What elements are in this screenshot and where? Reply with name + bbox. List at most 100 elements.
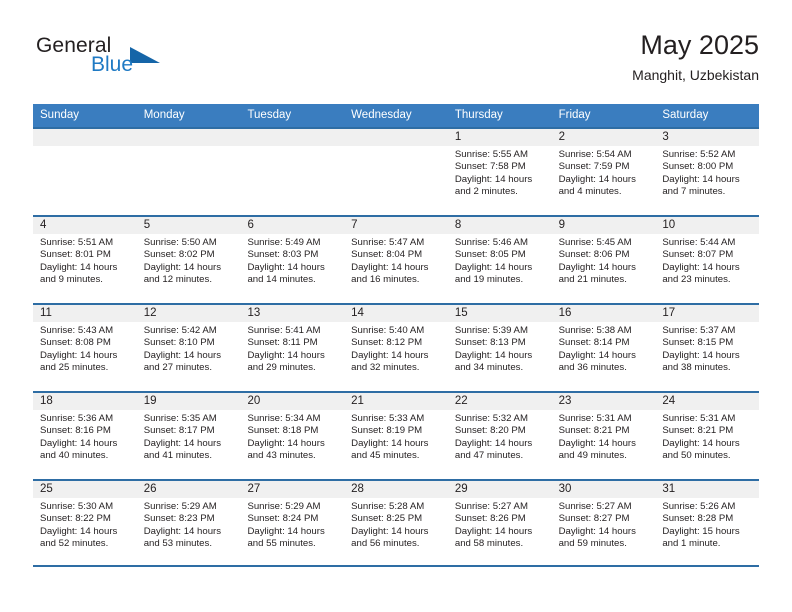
day-details: Sunrise: 5:41 AM Sunset: 8:11 PM Dayligh… xyxy=(240,322,344,374)
daylight-text-cont: and 4 minutes. xyxy=(558,185,622,197)
day-cell[interactable]: 30 Sunrise: 5:27 AM Sunset: 8:27 PM Dayl… xyxy=(551,481,656,565)
day-details: Sunrise: 5:55 AM Sunset: 7:58 PM Dayligh… xyxy=(448,146,552,198)
daylight-text: Daylight: 14 hours xyxy=(454,261,533,273)
day-cell[interactable]: 4 Sunrise: 5:51 AM Sunset: 8:01 PM Dayli… xyxy=(33,217,137,303)
day-cell[interactable]: 21 Sunrise: 5:33 AM Sunset: 8:19 PM Dayl… xyxy=(344,393,448,479)
day-cell[interactable]: 31 Sunrise: 5:26 AM Sunset: 8:28 PM Dayl… xyxy=(655,481,760,565)
daylight-text: Daylight: 14 hours xyxy=(662,261,740,273)
weekday-header-tuesday: Tuesday xyxy=(247,109,292,121)
day-cell[interactable] xyxy=(136,129,241,215)
daylight-text-cont: and 43 minutes. xyxy=(247,449,316,461)
day-cell[interactable]: 19 Sunrise: 5:35 AM Sunset: 8:17 PM Dayl… xyxy=(136,393,241,479)
sunrise-text: Sunrise: 5:52 AM xyxy=(662,149,736,160)
sunrise-text: Sunrise: 5:28 AM xyxy=(351,501,425,512)
daylight-text: Daylight: 14 hours xyxy=(247,349,325,361)
sunrise-text: Sunrise: 5:29 AM xyxy=(247,501,321,512)
sunset-text: Sunset: 8:25 PM xyxy=(351,513,423,525)
day-details: Sunrise: 5:32 AM Sunset: 8:20 PM Dayligh… xyxy=(448,410,552,462)
day-cell[interactable]: 10 Sunrise: 5:44 AM Sunset: 8:07 PM Dayl… xyxy=(655,217,760,303)
daylight-text: Daylight: 14 hours xyxy=(454,173,533,185)
day-cell[interactable]: 18 Sunrise: 5:36 AM Sunset: 8:16 PM Dayl… xyxy=(33,393,137,479)
daylight-text-cont: and 2 minutes. xyxy=(454,185,518,197)
daylight-text-cont: and 50 minutes. xyxy=(662,449,731,461)
day-cell[interactable]: 2 Sunrise: 5:54 AM Sunset: 7:59 PM Dayli… xyxy=(551,129,656,215)
day-cell[interactable]: 9 Sunrise: 5:45 AM Sunset: 8:06 PM Dayli… xyxy=(551,217,656,303)
daylight-text-cont: and 49 minutes. xyxy=(558,449,627,461)
daylight-text: Daylight: 14 hours xyxy=(351,261,429,273)
sunrise-text: Sunrise: 5:31 AM xyxy=(662,413,736,424)
sunset-text: Sunset: 8:01 PM xyxy=(40,249,111,261)
day-details: Sunrise: 5:54 AM Sunset: 7:59 PM Dayligh… xyxy=(552,146,656,198)
day-cell[interactable]: 13 Sunrise: 5:41 AM Sunset: 8:11 PM Dayl… xyxy=(240,305,345,391)
daylight-text-cont: and 47 minutes. xyxy=(454,449,524,461)
day-details: Sunrise: 5:46 AM Sunset: 8:05 PM Dayligh… xyxy=(448,234,552,286)
day-number: 25 xyxy=(33,481,137,498)
day-details: Sunrise: 5:28 AM Sunset: 8:25 PM Dayligh… xyxy=(344,498,448,550)
sunset-text: Sunset: 8:26 PM xyxy=(454,513,526,525)
day-cell[interactable]: 25 Sunrise: 5:30 AM Sunset: 8:22 PM Dayl… xyxy=(33,481,137,565)
sunrise-text: Sunrise: 5:50 AM xyxy=(143,237,217,248)
sunset-text: Sunset: 7:59 PM xyxy=(558,161,630,173)
day-number: 9 xyxy=(551,217,656,234)
day-number: 3 xyxy=(655,129,760,146)
daylight-text-cont: and 55 minutes. xyxy=(247,537,316,549)
week-row: 18 Sunrise: 5:36 AM Sunset: 8:16 PM Dayl… xyxy=(33,391,760,479)
day-cell[interactable]: 3 Sunrise: 5:52 AM Sunset: 8:00 PM Dayli… xyxy=(655,129,760,215)
day-cell[interactable]: 27 Sunrise: 5:29 AM Sunset: 8:24 PM Dayl… xyxy=(240,481,345,565)
day-cell[interactable]: 14 Sunrise: 5:40 AM Sunset: 8:12 PM Dayl… xyxy=(344,305,448,391)
day-details: Sunrise: 5:40 AM Sunset: 8:12 PM Dayligh… xyxy=(344,322,448,374)
sunset-text: Sunset: 8:15 PM xyxy=(662,337,734,349)
day-cell[interactable]: 22 Sunrise: 5:32 AM Sunset: 8:20 PM Dayl… xyxy=(447,393,552,479)
day-cell[interactable]: 26 Sunrise: 5:29 AM Sunset: 8:23 PM Dayl… xyxy=(136,481,241,565)
day-details: Sunrise: 5:38 AM Sunset: 8:14 PM Dayligh… xyxy=(552,322,656,374)
day-details: Sunrise: 5:42 AM Sunset: 8:10 PM Dayligh… xyxy=(137,322,241,374)
daylight-text-cont: and 53 minutes. xyxy=(143,537,212,549)
day-cell[interactable] xyxy=(344,129,448,215)
daylight-text: Daylight: 14 hours xyxy=(662,437,740,449)
day-cell[interactable]: 29 Sunrise: 5:27 AM Sunset: 8:26 PM Dayl… xyxy=(447,481,552,565)
day-cell[interactable]: 5 Sunrise: 5:50 AM Sunset: 8:02 PM Dayli… xyxy=(136,217,241,303)
sunrise-text: Sunrise: 5:36 AM xyxy=(40,413,114,424)
sunset-text: Sunset: 8:05 PM xyxy=(454,249,526,261)
daylight-text-cont: and 34 minutes. xyxy=(454,361,524,373)
day-cell[interactable]: 6 Sunrise: 5:49 AM Sunset: 8:03 PM Dayli… xyxy=(240,217,345,303)
day-number: 22 xyxy=(447,393,552,410)
sunset-text: Sunset: 7:58 PM xyxy=(454,161,526,173)
sunset-text: Sunset: 8:14 PM xyxy=(558,337,630,349)
day-cell[interactable]: 23 Sunrise: 5:31 AM Sunset: 8:21 PM Dayl… xyxy=(551,393,656,479)
day-details: Sunrise: 5:27 AM Sunset: 8:27 PM Dayligh… xyxy=(552,498,656,550)
day-cell[interactable]: 7 Sunrise: 5:47 AM Sunset: 8:04 PM Dayli… xyxy=(344,217,448,303)
daylight-text-cont: and 29 minutes. xyxy=(247,361,316,373)
sunrise-text: Sunrise: 5:44 AM xyxy=(662,237,736,248)
day-cell[interactable]: 24 Sunrise: 5:31 AM Sunset: 8:21 PM Dayl… xyxy=(655,393,760,479)
sunrise-text: Sunrise: 5:41 AM xyxy=(247,325,321,336)
day-cell[interactable]: 28 Sunrise: 5:28 AM Sunset: 8:25 PM Dayl… xyxy=(344,481,448,565)
sunset-text: Sunset: 8:17 PM xyxy=(143,425,215,437)
sunrise-text: Sunrise: 5:45 AM xyxy=(558,237,632,248)
day-cell[interactable]: 16 Sunrise: 5:38 AM Sunset: 8:14 PM Dayl… xyxy=(551,305,656,391)
sunset-text: Sunset: 8:07 PM xyxy=(662,249,734,261)
sunset-text: Sunset: 8:04 PM xyxy=(351,249,423,261)
day-cell[interactable]: 11 Sunrise: 5:43 AM Sunset: 8:08 PM Dayl… xyxy=(33,305,137,391)
day-cell[interactable]: 1 Sunrise: 5:55 AM Sunset: 7:58 PM Dayli… xyxy=(447,129,552,215)
sunset-text: Sunset: 8:13 PM xyxy=(454,337,526,349)
day-details: Sunrise: 5:50 AM Sunset: 8:02 PM Dayligh… xyxy=(137,234,241,286)
daylight-text: Daylight: 14 hours xyxy=(40,261,118,273)
day-cell[interactable] xyxy=(33,129,137,215)
day-cell[interactable]: 8 Sunrise: 5:46 AM Sunset: 8:05 PM Dayli… xyxy=(447,217,552,303)
day-details: Sunrise: 5:37 AM Sunset: 8:15 PM Dayligh… xyxy=(655,322,759,374)
calendar-page: General Blue May 2025 Manghit, Uzbekista… xyxy=(0,0,792,612)
daylight-text-cont: and 41 minutes. xyxy=(143,449,212,461)
day-cell[interactable] xyxy=(240,129,345,215)
sunrise-text: Sunrise: 5:26 AM xyxy=(662,501,736,512)
daylight-text: Daylight: 15 hours xyxy=(662,525,740,537)
week-row: 11 Sunrise: 5:43 AM Sunset: 8:08 PM Dayl… xyxy=(33,303,760,391)
daylight-text-cont: and 27 minutes. xyxy=(143,361,212,373)
sunrise-text: Sunrise: 5:51 AM xyxy=(40,237,114,248)
day-cell[interactable]: 17 Sunrise: 5:37 AM Sunset: 8:15 PM Dayl… xyxy=(655,305,760,391)
day-cell[interactable]: 20 Sunrise: 5:34 AM Sunset: 8:18 PM Dayl… xyxy=(240,393,345,479)
weekday-header-sunday: Sunday xyxy=(40,109,80,121)
day-cell[interactable]: 12 Sunrise: 5:42 AM Sunset: 8:10 PM Dayl… xyxy=(136,305,241,391)
weekday-header-row: Sunday Monday Tuesday Wednesday Thursday… xyxy=(33,104,759,127)
day-cell[interactable]: 15 Sunrise: 5:39 AM Sunset: 8:13 PM Dayl… xyxy=(447,305,552,391)
